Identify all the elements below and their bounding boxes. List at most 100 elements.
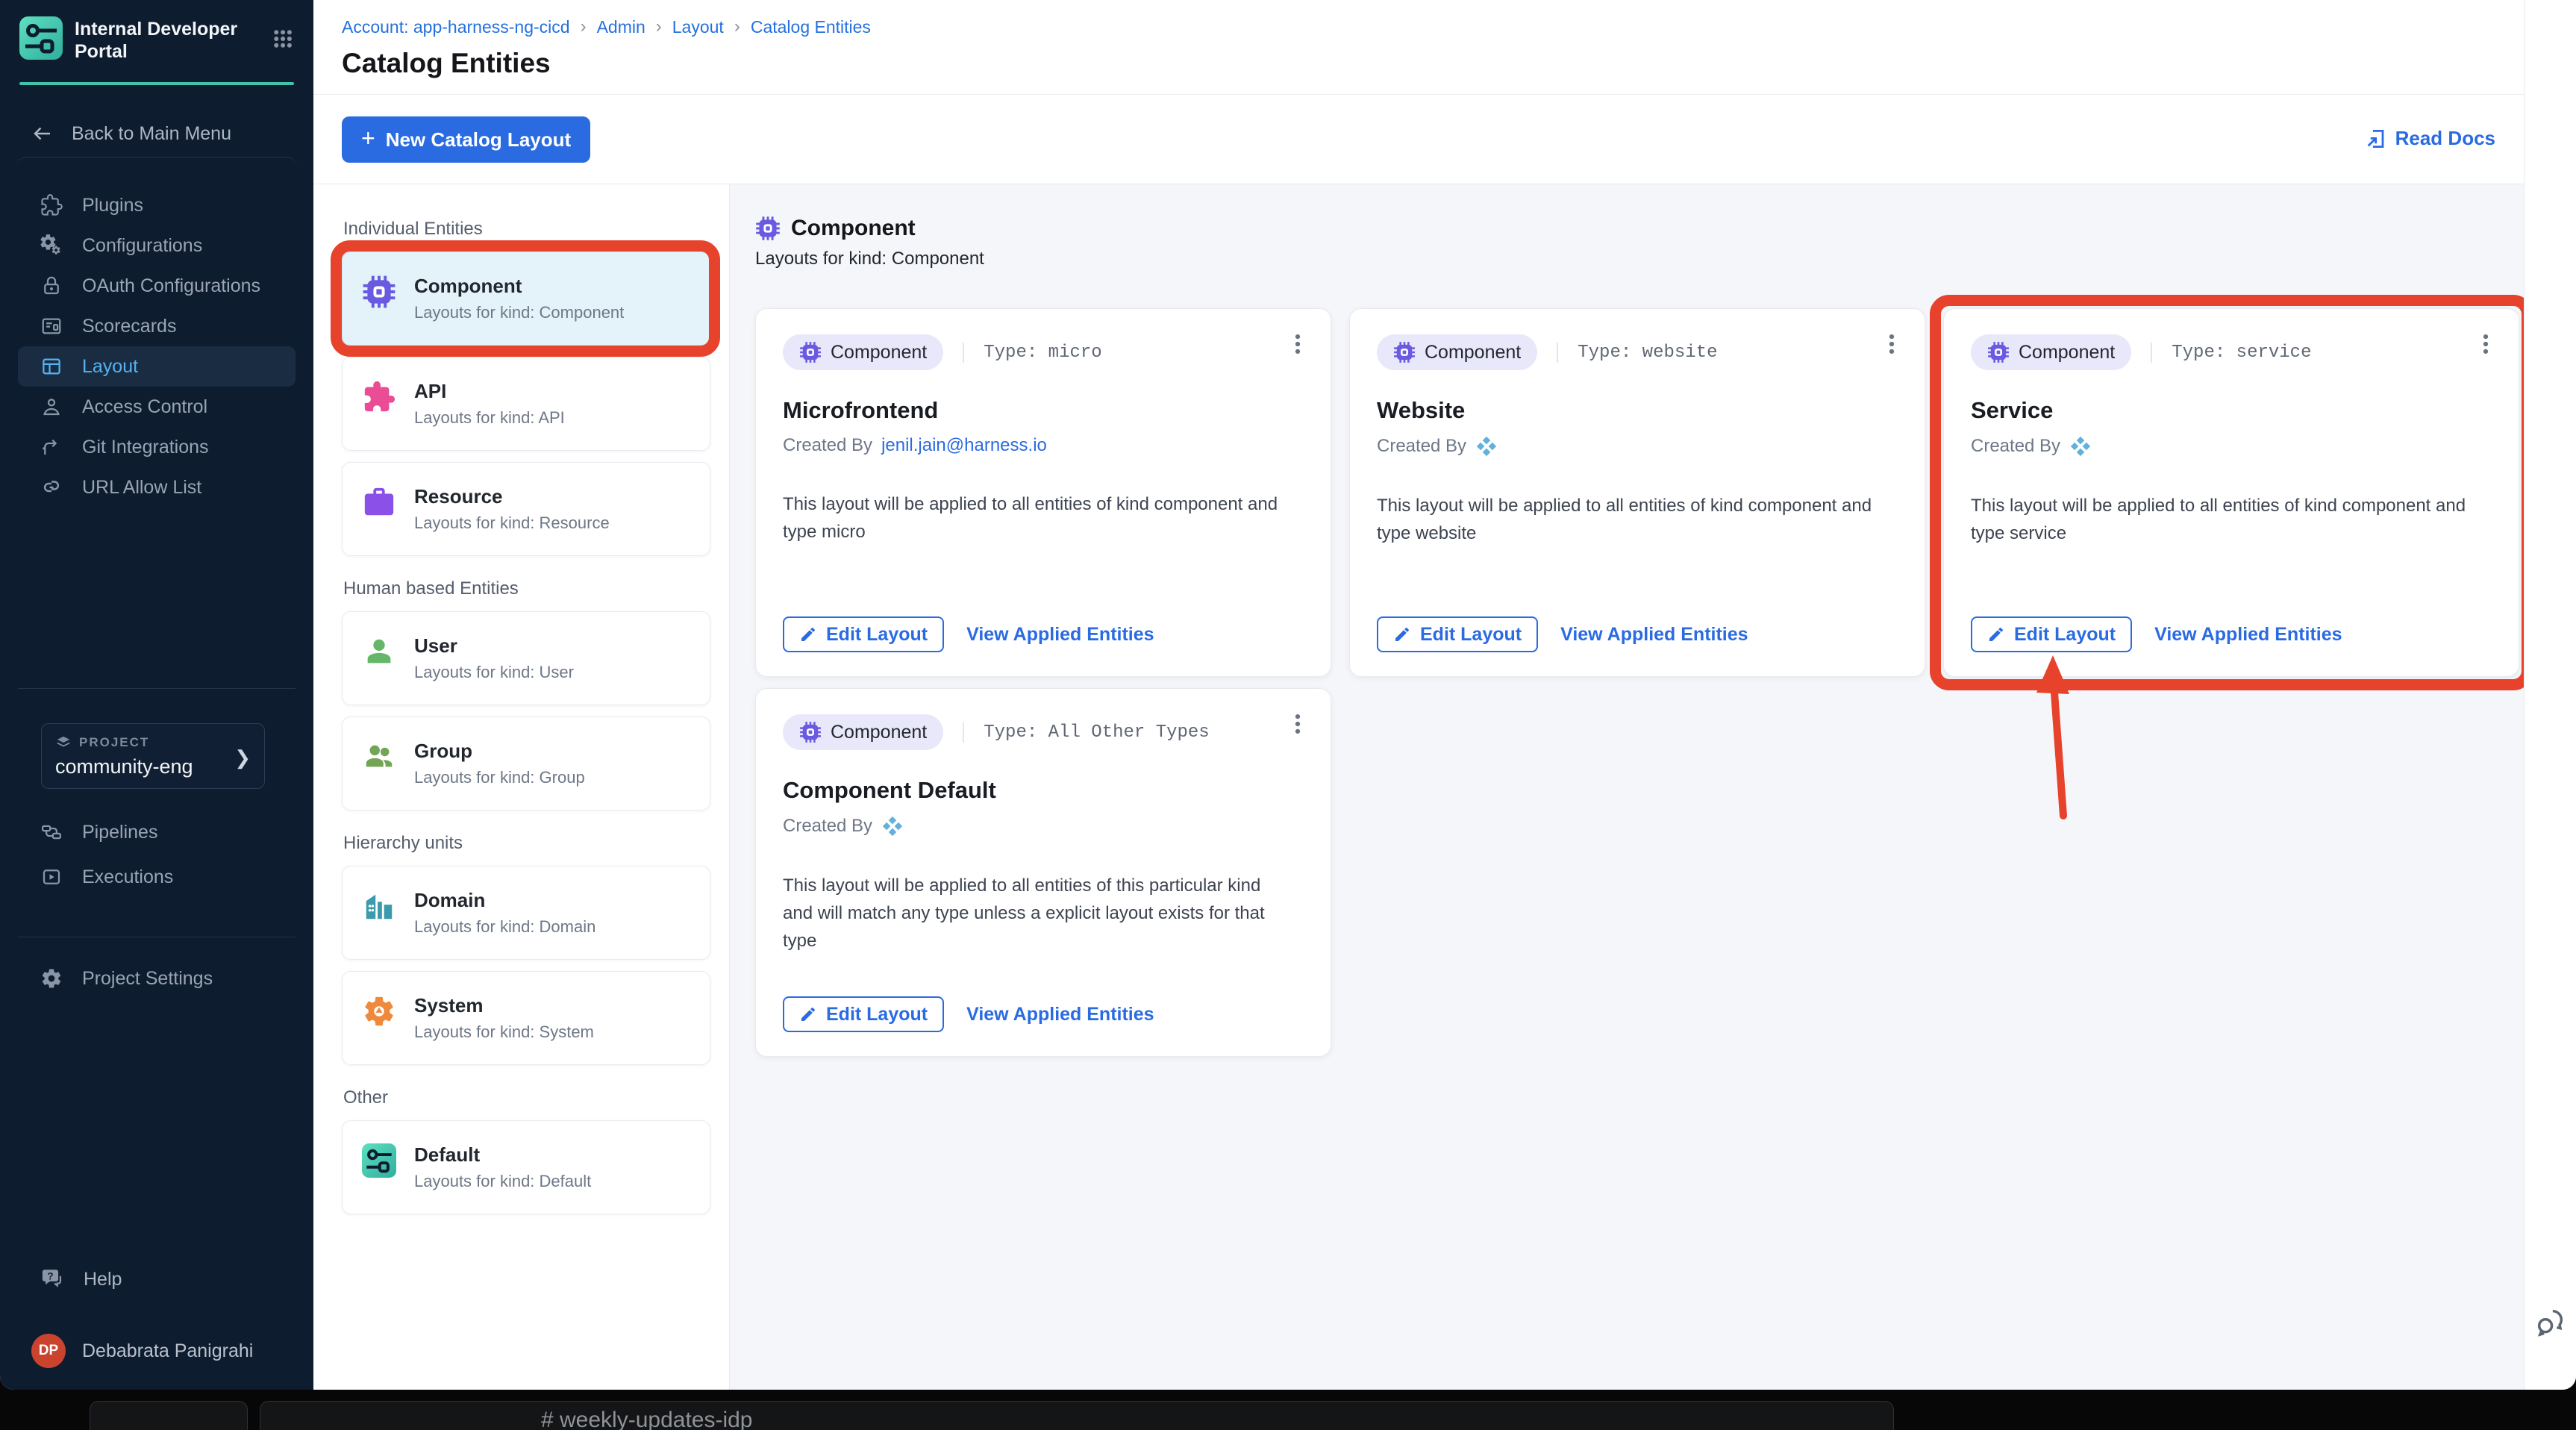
section-title: Human based Entities [343, 578, 519, 599]
slack-channel-label: # weekly-updates-idp [541, 1408, 753, 1430]
sidebar-item-access-control[interactable]: Access Control [18, 387, 296, 427]
badge-label: Component [1425, 341, 1522, 363]
sidebar-item-git-integrations[interactable]: Git Integrations [18, 427, 296, 467]
entity-item-group[interactable]: Group Layouts for kind: Group [342, 716, 710, 811]
view-applied-entities-link[interactable]: View Applied Entities [1560, 624, 1748, 646]
kebab-menu-button[interactable] [2469, 327, 2502, 363]
help-chat-icon: ? [42, 1270, 62, 1287]
sidebar-item-project-settings[interactable]: Project Settings [18, 958, 296, 999]
page-header: Account: app-harness-ng-cicd › Admin › L… [313, 0, 2524, 184]
project-menu: Pipelines Executions [0, 810, 313, 899]
read-docs-link[interactable]: Read Docs [2364, 127, 2495, 150]
sidebar-item-plugins[interactable]: Plugins [18, 185, 296, 225]
project-selector[interactable]: PROJECT community-eng ❯ [41, 723, 265, 789]
kebab-menu-button[interactable] [1281, 707, 1314, 743]
entity-item-component[interactable]: Component Layouts for kind: Component [331, 240, 720, 357]
user-menu[interactable]: DP Debabrata Panigrahi [18, 1327, 296, 1375]
entity-item-default[interactable]: Default Layouts for kind: Default [342, 1120, 710, 1214]
right-dock [2524, 0, 2576, 1390]
view-applied-entities-link[interactable]: View Applied Entities [966, 1004, 1154, 1025]
created-by-label: Created By [783, 435, 873, 455]
edit-layout-label: Edit Layout [1420, 623, 1522, 645]
app-window: Internal Developer Portal Back to Main M… [0, 0, 2576, 1390]
pencil-icon [801, 627, 815, 641]
back-to-main-menu[interactable]: Back to Main Menu [31, 122, 313, 145]
layout-card-component-default: Component Type: All Other Types Componen… [755, 688, 1331, 1057]
app-grid-icon[interactable] [272, 25, 294, 52]
scorecard-icon [42, 318, 61, 334]
view-applied-entities-link[interactable]: View Applied Entities [966, 624, 1154, 646]
edit-layout-label: Edit Layout [826, 1003, 928, 1025]
section-title: Other [343, 1087, 389, 1108]
section-other: Other Default Layouts for kind: Default [342, 1087, 729, 1214]
entity-name: Domain [414, 889, 486, 911]
view-applied-entities-link[interactable]: View Applied Entities [2154, 624, 2342, 646]
sidebar-item-label: Pipelines [82, 821, 158, 843]
kebab-menu-button[interactable] [1875, 327, 1908, 363]
sidebar-item-pipelines[interactable]: Pipelines [18, 810, 296, 855]
kind-badge: Component [1971, 334, 2132, 370]
chat-widget-button[interactable] [2533, 1305, 2568, 1343]
edit-layout-button[interactable]: Edit Layout [1377, 616, 1539, 652]
gear-icon [42, 969, 61, 988]
kebab-icon [2483, 334, 2489, 354]
entity-item-system[interactable]: System Layouts for kind: System [342, 971, 710, 1065]
help-button[interactable]: ? Help [18, 1257, 296, 1302]
entity-name: Resource [414, 485, 503, 508]
new-catalog-layout-button[interactable]: + New Catalog Layout [342, 116, 591, 163]
executions-icon [43, 869, 60, 884]
layout-description: This layout will be applied to all entit… [1377, 496, 1872, 543]
lock-icon [44, 276, 59, 295]
sidebar-item-layout[interactable]: Layout [18, 346, 296, 387]
read-docs-icon [2367, 129, 2383, 148]
layout-cards: Component Type: micro Microfrontend Crea… [755, 295, 2524, 1057]
entity-subtitle: Layouts for kind: User [414, 663, 574, 681]
badge-label: Component [2019, 341, 2116, 363]
entity-name: User [414, 634, 457, 657]
breadcrumb-separator: › [734, 16, 740, 37]
entity-name: API [414, 380, 447, 402]
creator-email-link[interactable]: jenil.jain@harness.io [881, 435, 1047, 456]
breadcrumb-admin[interactable]: Admin [597, 17, 645, 37]
sidebar-item-label: Scorecards [82, 315, 177, 337]
entity-item-api[interactable]: API Layouts for kind: API [342, 357, 710, 451]
layout-description: This layout will be applied to all entit… [1971, 496, 2466, 543]
kebab-menu-button[interactable] [1281, 327, 1314, 363]
taskbar-pane [260, 1401, 1894, 1430]
created-by-label: Created By [783, 816, 873, 836]
edit-layout-button[interactable]: Edit Layout [1971, 616, 2133, 652]
breadcrumb-layout[interactable]: Layout [672, 17, 724, 37]
sidebar-item-url-allow-list[interactable]: URL Allow List [18, 467, 296, 508]
kebab-icon [1889, 334, 1895, 354]
badge-label: Component [831, 341, 928, 363]
sidebar: Internal Developer Portal Back to Main M… [0, 0, 313, 1390]
kind-badge: Component [1377, 334, 1538, 370]
project-name: community-eng [55, 755, 193, 778]
entity-item-domain[interactable]: Domain Layouts for kind: Domain [342, 866, 710, 960]
sidebar-item-oauth-configurations[interactable]: OAuth Configurations [18, 266, 296, 306]
pencil-icon [1395, 627, 1409, 641]
plus-icon: + [361, 125, 375, 152]
default-layout-icon [362, 1143, 396, 1178]
entity-name: System [414, 994, 484, 1017]
edit-layout-button[interactable]: Edit Layout [783, 996, 945, 1032]
entity-subtitle: Layouts for kind: Domain [414, 917, 596, 936]
kebab-icon [1295, 334, 1301, 354]
breadcrumb-account[interactable]: Account: app-harness-ng-cicd [342, 17, 570, 37]
sidebar-item-executions[interactable]: Executions [18, 855, 296, 899]
entity-subtitle: Layouts for kind: Resource [414, 513, 610, 532]
entity-item-resource[interactable]: Resource Layouts for kind: Resource [342, 462, 710, 556]
kind-subtitle: Layouts for kind: Component [755, 249, 984, 269]
person-icon [43, 399, 60, 416]
sidebar-item-label: Executions [82, 866, 174, 887]
edit-layout-button[interactable]: Edit Layout [783, 616, 945, 652]
created-by-label: Created By [1377, 436, 1467, 456]
entity-item-user[interactable]: User Layouts for kind: User [342, 611, 710, 705]
sidebar-item-scorecards[interactable]: Scorecards [18, 306, 296, 346]
breadcrumb-catalog-entities[interactable]: Catalog Entities [751, 17, 871, 37]
kind-badge: Component [783, 714, 944, 750]
sidebar-item-configurations[interactable]: Configurations [18, 225, 296, 266]
layout-title: Service [1971, 397, 2054, 423]
chevron-right-icon: ❯ [234, 746, 251, 769]
component-chip-icon [799, 721, 822, 743]
